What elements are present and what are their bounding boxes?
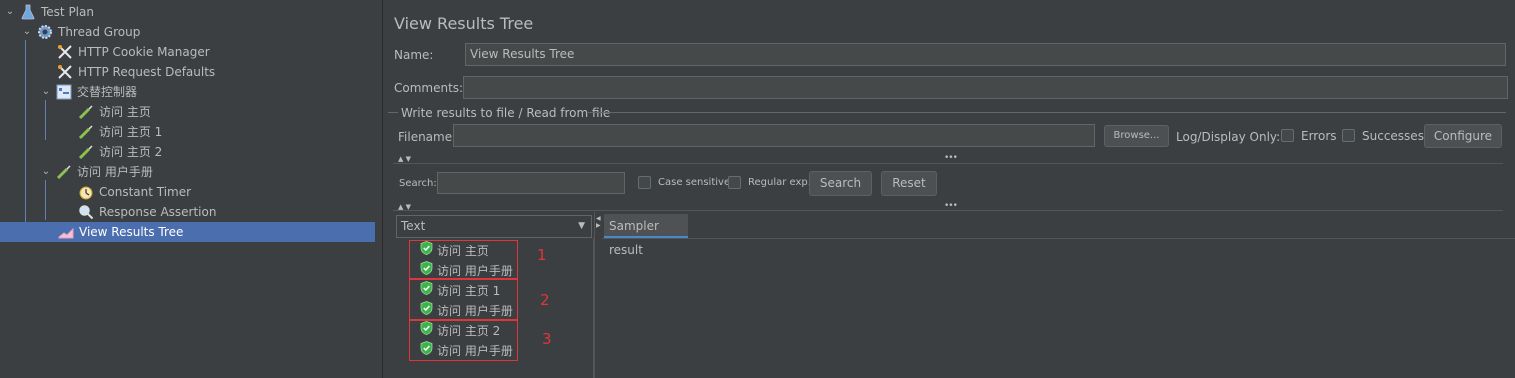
search-input[interactable] — [437, 172, 625, 194]
tree-item-test-plan[interactable]: ⌄ Test Plan — [4, 2, 94, 22]
controller-icon — [56, 84, 72, 100]
chevron-down-icon[interactable]: ⌄ — [40, 162, 52, 182]
regex-label: Regular exp. — [748, 177, 811, 188]
tools-icon — [57, 44, 73, 60]
timer-icon — [78, 184, 94, 200]
group-border — [388, 112, 398, 113]
annotation-number: 2 — [540, 291, 550, 309]
log-display-label: Log/Display Only: — [1176, 130, 1281, 144]
tree-item-label: HTTP Cookie Manager — [78, 45, 210, 59]
comments-field[interactable] — [463, 76, 1508, 99]
tree-item-label: HTTP Request Defaults — [78, 65, 216, 79]
file-group-label: Write results to file / Read from file — [401, 106, 611, 120]
sampler-icon — [56, 164, 72, 180]
case-sensitive-label: Case sensitive — [658, 177, 731, 188]
tree-item-view-results-tree[interactable]: View Results Tree — [0, 222, 375, 242]
annotation-box — [409, 320, 518, 361]
chevron-down-icon[interactable]: ⌄ — [4, 2, 16, 22]
divider-grip-icon[interactable]: ••• — [944, 153, 958, 163]
tree-item-sampler[interactable]: 访问 主页 1 — [78, 122, 162, 142]
tree-splitter[interactable] — [375, 0, 383, 378]
tree-item-sampler-manual[interactable]: ⌄ 访问 用户手册 — [40, 162, 153, 182]
reset-button[interactable]: Reset — [881, 171, 937, 196]
tree-item-label: 访问 主页 1 — [99, 125, 163, 139]
tools-icon — [57, 64, 73, 80]
flask-icon — [20, 4, 36, 20]
tab-underline — [602, 238, 1515, 239]
tree-item-label: 访问 主页 — [99, 105, 151, 119]
name-field[interactable]: View Results Tree — [465, 43, 1506, 66]
collapse-arrows-icon[interactable]: ▲ ▼ — [398, 155, 411, 163]
listener-icon — [58, 224, 74, 240]
divider — [393, 210, 1503, 211]
successes-label: Successes — [1362, 129, 1424, 143]
sampler-icon — [78, 124, 94, 140]
tree-guide-line — [25, 40, 26, 240]
annotation-number: 1 — [537, 246, 547, 264]
search-label: Search: — [399, 178, 437, 189]
renderer-select[interactable]: Text ▼ — [396, 215, 592, 238]
browse-button[interactable]: Browse... — [1104, 125, 1169, 147]
sampler-icon — [78, 104, 94, 120]
tree-item-request-defaults[interactable]: HTTP Request Defaults — [57, 62, 215, 82]
tree-item-label: 访问 用户手册 — [77, 165, 153, 179]
filename-field[interactable] — [453, 124, 1095, 147]
errors-checkbox[interactable] — [1281, 129, 1294, 142]
filename-label: Filename — [398, 130, 453, 144]
sampler-icon — [78, 144, 94, 160]
tree-item-response-assertion[interactable]: Response Assertion — [78, 202, 216, 222]
case-sensitive-checkbox[interactable] — [638, 176, 651, 189]
test-plan-tree[interactable]: ⌄ Test Plan ⌄ Thread Group HTTP Cookie M… — [0, 0, 375, 378]
tree-item-constant-timer[interactable]: Constant Timer — [78, 182, 191, 202]
successes-checkbox[interactable] — [1342, 129, 1355, 142]
tree-item-label: Test Plan — [41, 5, 94, 19]
tree-item-label: 交替控制器 — [77, 85, 138, 99]
tree-item-label: View Results Tree — [79, 225, 184, 239]
comments-label: Comments: — [394, 81, 464, 95]
regex-checkbox[interactable] — [728, 176, 741, 189]
tree-item-thread-group[interactable]: ⌄ Thread Group — [21, 22, 140, 42]
tree-item-cookie-manager[interactable]: HTTP Cookie Manager — [57, 42, 210, 62]
annotation-box — [409, 240, 518, 279]
name-label: Name: — [394, 48, 434, 62]
tree-item-sampler[interactable]: 访问 主页 — [78, 102, 151, 122]
chevron-down-icon: ▼ — [578, 221, 585, 231]
tree-item-label: Thread Group — [58, 25, 141, 39]
page-title: View Results Tree — [394, 14, 534, 33]
group-border — [588, 112, 1506, 113]
tree-item-label: 访问 主页 2 — [99, 145, 163, 159]
renderer-value: Text — [401, 219, 426, 233]
configure-button[interactable]: Configure — [1424, 124, 1502, 148]
tree-item-interleave-controller[interactable]: ⌄ 交替控制器 — [40, 82, 137, 102]
magnifier-icon — [78, 204, 94, 220]
annotation-box — [409, 279, 518, 320]
errors-label: Errors — [1301, 129, 1337, 143]
gear-icon — [37, 24, 53, 40]
tree-guide-line — [45, 100, 46, 140]
tree-item-label: Response Assertion — [99, 205, 217, 219]
tab-sampler-result[interactable]: Sampler result — [604, 214, 688, 257]
splitter-arrows-icon[interactable]: ◀ ▶ — [596, 215, 601, 229]
annotation-number: 3 — [542, 330, 552, 348]
tree-item-sampler[interactable]: 访问 主页 2 — [78, 142, 162, 162]
chevron-down-icon[interactable]: ⌄ — [40, 82, 52, 102]
results-splitter[interactable]: ◀ ▶ — [594, 212, 603, 378]
divider — [393, 163, 1503, 164]
tree-item-label: Constant Timer — [99, 185, 192, 199]
search-button[interactable]: Search — [809, 171, 872, 196]
tree-guide-line — [45, 180, 46, 220]
chevron-down-icon[interactable]: ⌄ — [21, 22, 33, 42]
view-results-tree-panel: View Results Tree Name: View Results Tre… — [383, 0, 1515, 378]
